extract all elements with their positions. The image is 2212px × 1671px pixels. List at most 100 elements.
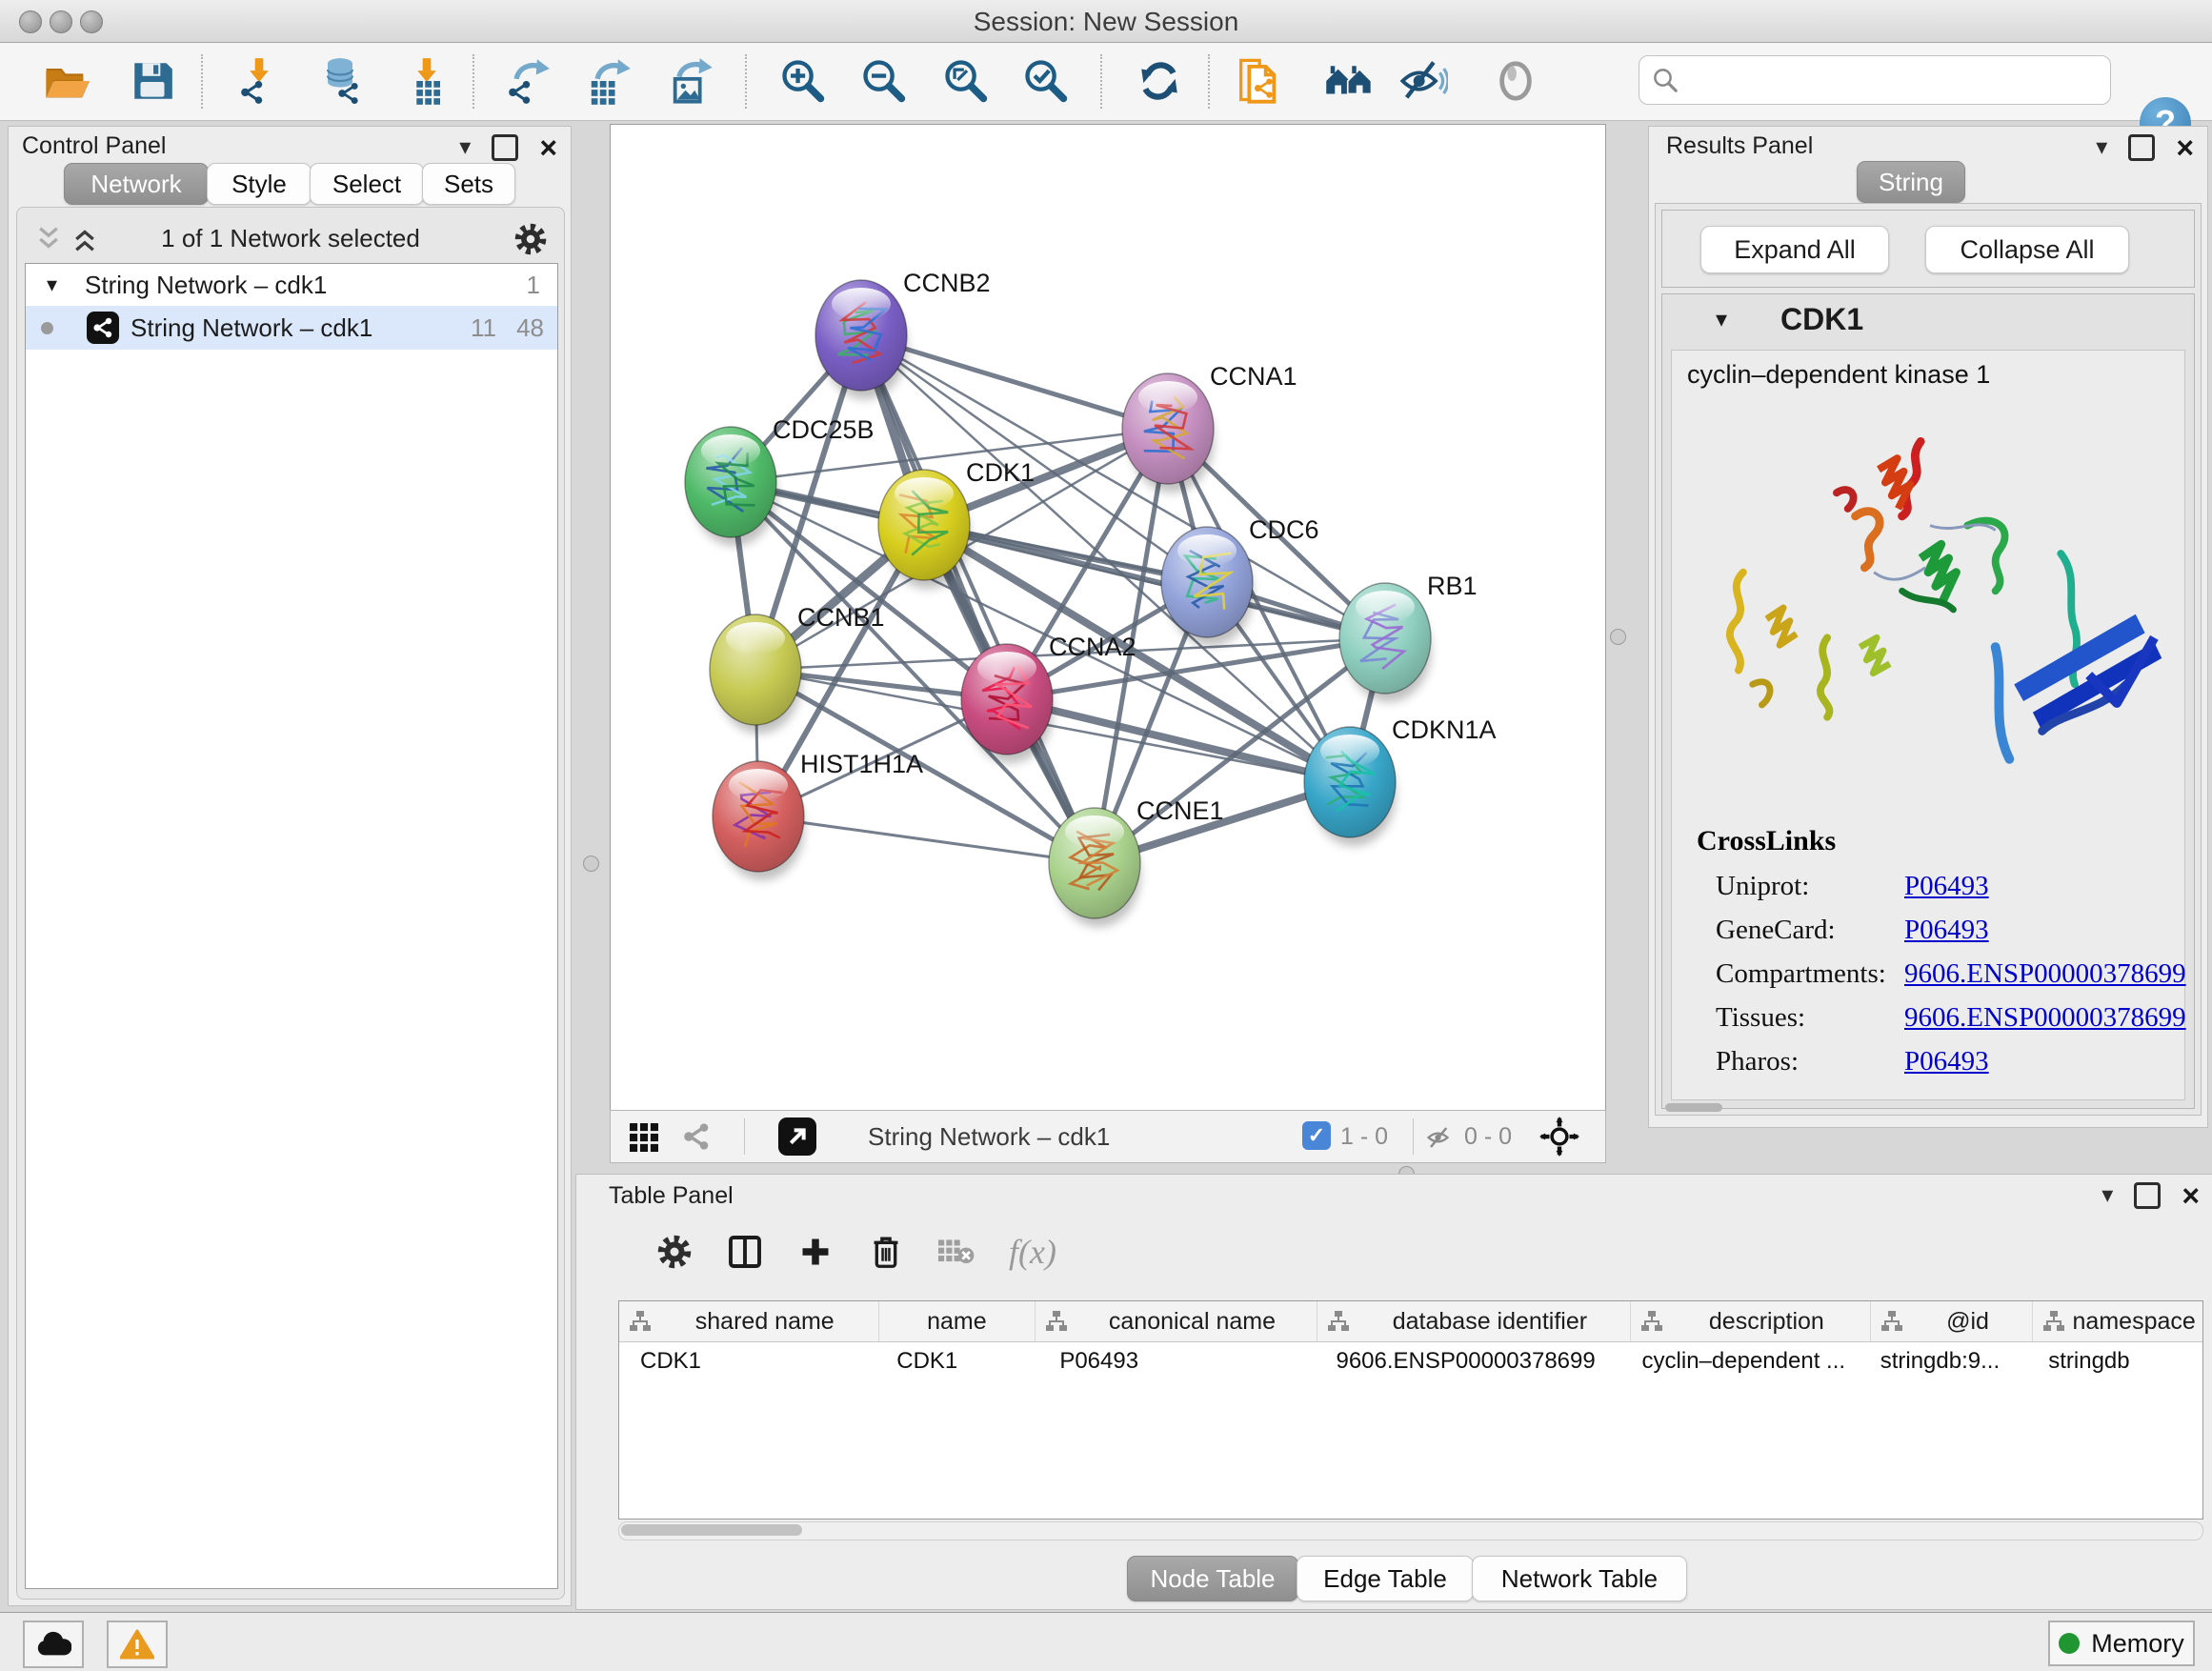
float-panel-icon[interactable] bbox=[2134, 1182, 2161, 1209]
delete-table-button[interactable] bbox=[931, 1226, 982, 1278]
collapse-panel-icon[interactable]: ▾ bbox=[459, 136, 471, 159]
detach-view-button[interactable] bbox=[778, 1117, 816, 1156]
first-neighbors-button[interactable] bbox=[1321, 52, 1378, 110]
float-panel-icon[interactable] bbox=[492, 134, 518, 161]
close-panel-icon[interactable]: × bbox=[2176, 132, 2194, 163]
toolbar-search-field[interactable] bbox=[1639, 55, 2111, 105]
edge-count: 48 bbox=[516, 313, 544, 343]
network-node-HIST1H1A[interactable] bbox=[713, 761, 804, 880]
edge-CCNE1-HIST1H1A[interactable] bbox=[758, 816, 1095, 863]
tab-network-table[interactable]: Network Table bbox=[1472, 1556, 1687, 1601]
crosslink-link[interactable]: P06493 bbox=[1904, 915, 1989, 946]
import-table-icon bbox=[402, 56, 452, 106]
search-input[interactable] bbox=[1687, 60, 2110, 100]
collapse-panel-icon[interactable]: ▾ bbox=[2096, 136, 2107, 159]
network-node-CDK1[interactable] bbox=[878, 470, 970, 589]
table-options-button[interactable] bbox=[649, 1226, 700, 1278]
gene-section-header[interactable]: ▾ CDK1 bbox=[1662, 294, 2194, 348]
column-header-description[interactable]: description bbox=[1631, 1301, 1871, 1341]
network-overview-icon[interactable] bbox=[681, 1121, 712, 1152]
hidden-eye-slash-icon[interactable] bbox=[1426, 1123, 1455, 1152]
tab-edge-table[interactable]: Edge Table bbox=[1297, 1556, 1474, 1601]
status-bar: Memory bbox=[0, 1612, 2212, 1671]
column-header-shared-name[interactable]: shared name bbox=[619, 1301, 879, 1341]
edge-CCNB2-CCNE1[interactable] bbox=[861, 335, 1095, 863]
column-header-database-identifier[interactable]: database identifier bbox=[1317, 1301, 1631, 1341]
birds-eye-crosshair-icon[interactable] bbox=[1539, 1117, 1579, 1157]
tab-string[interactable]: String bbox=[1857, 161, 1965, 203]
network-node-CCNE1[interactable] bbox=[1049, 808, 1140, 927]
export-image-button[interactable] bbox=[663, 52, 720, 110]
zoom-in-button[interactable] bbox=[774, 52, 832, 110]
close-panel-icon[interactable]: × bbox=[539, 132, 557, 163]
network-node-CCNB1[interactable] bbox=[710, 614, 801, 734]
import-network-from-database-button[interactable] bbox=[312, 52, 369, 110]
tab-style[interactable]: Style bbox=[207, 163, 312, 205]
crosslink-link[interactable]: P06493 bbox=[1904, 1046, 1989, 1077]
zoom-fit-button[interactable] bbox=[937, 52, 995, 110]
tab-select[interactable]: Select bbox=[310, 163, 424, 205]
selected-nodes-checkbox[interactable]: ✓ bbox=[1302, 1121, 1331, 1150]
column-header-namespace[interactable]: namespace bbox=[2033, 1301, 2202, 1341]
tab-network[interactable]: Network bbox=[64, 163, 209, 205]
crosslink-link[interactable]: 9606.ENSP00000378699 bbox=[1904, 958, 2186, 990]
column-header-at-id[interactable]: @id bbox=[1871, 1301, 2034, 1341]
column-header-canonical-name[interactable]: canonical name bbox=[1036, 1301, 1317, 1341]
import-database-icon bbox=[315, 56, 365, 106]
column-header-name[interactable]: name bbox=[879, 1301, 1036, 1341]
memory-button[interactable]: Memory bbox=[2048, 1621, 2195, 1666]
network-canvas[interactable]: CCNB2CCNA1CDC25BCDK1CDC6RB1CCNB1CCNA2CDK… bbox=[610, 124, 1606, 1111]
network-options-gear-icon[interactable] bbox=[514, 223, 547, 255]
open-session-button[interactable] bbox=[38, 52, 95, 110]
crosslink-link[interactable]: P06493 bbox=[1904, 871, 1989, 902]
save-session-button[interactable] bbox=[124, 52, 181, 110]
hide-selected-button[interactable] bbox=[1395, 52, 1452, 110]
left-splitter-handle[interactable] bbox=[583, 856, 599, 872]
collapse-all-button[interactable]: Collapse All bbox=[1925, 226, 2129, 273]
float-panel-icon[interactable] bbox=[2128, 134, 2155, 161]
delete-column-button[interactable] bbox=[860, 1226, 912, 1278]
network-node-CDC6[interactable] bbox=[1161, 527, 1253, 646]
right-splitter-handle[interactable] bbox=[1610, 629, 1626, 645]
zoom-selected-button[interactable] bbox=[1017, 52, 1075, 110]
network-tree-root-row[interactable]: ▾ String Network – cdk1 1 bbox=[26, 264, 557, 306]
cell-name: CDK1 bbox=[875, 1348, 1038, 1375]
tree-expand-icon[interactable]: ▾ bbox=[47, 272, 57, 297]
network-node-CDC25B[interactable] bbox=[685, 427, 776, 546]
export-network-button[interactable] bbox=[498, 52, 555, 110]
title-bar: Session: New Session bbox=[0, 0, 2212, 43]
edge-CCNB2-CCNA1[interactable] bbox=[861, 335, 1168, 429]
grid-view-icon[interactable] bbox=[630, 1123, 658, 1152]
tab-node-table[interactable]: Node Table bbox=[1127, 1556, 1298, 1601]
collapse-panel-icon[interactable]: ▾ bbox=[2101, 1184, 2113, 1207]
network-node-CDKN1A[interactable] bbox=[1304, 727, 1396, 846]
import-table-from-file-button[interactable] bbox=[398, 52, 455, 110]
cloud-services-button[interactable] bbox=[23, 1621, 84, 1668]
network-tree-child-row[interactable]: String Network – cdk1 11 48 bbox=[26, 306, 557, 350]
warnings-button[interactable] bbox=[107, 1621, 168, 1668]
tab-sets[interactable]: Sets bbox=[422, 163, 515, 205]
duplicate-network-button[interactable] bbox=[1229, 52, 1286, 110]
show-columns-button[interactable] bbox=[719, 1226, 771, 1278]
import-network-from-file-button[interactable] bbox=[231, 52, 288, 110]
node-gloss bbox=[1356, 591, 1415, 623]
results-scrollbar[interactable] bbox=[1665, 1103, 1722, 1112]
crosslink-link[interactable]: 9606.ENSP00000378699 bbox=[1904, 1002, 2186, 1034]
network-node-CCNB2[interactable] bbox=[815, 280, 907, 399]
zoom-out-button[interactable] bbox=[855, 52, 913, 110]
table-horizontal-scrollbar[interactable] bbox=[618, 1521, 2203, 1540]
show-all-button[interactable] bbox=[1487, 52, 1544, 110]
create-column-button[interactable] bbox=[790, 1226, 841, 1278]
network-node-CCNA1[interactable] bbox=[1122, 373, 1214, 493]
network-node-RB1[interactable] bbox=[1339, 583, 1431, 702]
table-row[interactable]: CDK1 CDK1 P06493 9606.ENSP00000378699 cy… bbox=[619, 1342, 2202, 1380]
function-builder-button[interactable]: f(x) bbox=[1007, 1226, 1058, 1278]
expand-all-button[interactable]: Expand All bbox=[1700, 226, 1889, 273]
network-graph[interactable]: CCNB2CCNA1CDC25BCDK1CDC6RB1CCNB1CCNA2CDK… bbox=[611, 125, 1605, 1110]
export-table-button[interactable] bbox=[579, 52, 636, 110]
apply-layout-button[interactable] bbox=[1131, 52, 1188, 110]
network-node-CCNA2[interactable] bbox=[961, 644, 1053, 763]
section-collapse-icon[interactable]: ▾ bbox=[1716, 306, 1727, 333]
close-panel-icon[interactable]: × bbox=[2182, 1180, 2200, 1211]
scrollbar-thumb[interactable] bbox=[621, 1524, 802, 1536]
